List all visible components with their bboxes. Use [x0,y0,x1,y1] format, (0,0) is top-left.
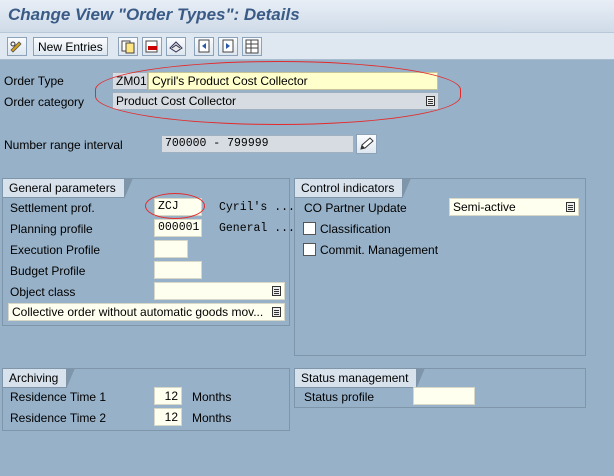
title-bar: Change View "Order Types": Details [0,0,614,32]
number-range-label: Number range interval [4,138,123,152]
budget-profile-field[interactable] [154,261,202,279]
copy-icon [121,40,135,54]
dropdown-list-icon[interactable] [272,286,281,296]
residence-time-2-label: Residence Time 2 [10,411,107,425]
dropdown-list-icon[interactable] [566,202,575,212]
status-profile-label: Status profile [304,390,375,404]
object-class-select[interactable] [154,282,285,300]
co-partner-update-label: CO Partner Update [304,201,407,215]
previous-entry-icon [198,39,210,53]
status-management-title: Status management [295,368,426,388]
commit-management-label: Commit. Management [320,243,439,257]
order-category-label: Order category [4,95,85,109]
planning-profile-label: Planning profile [10,222,93,236]
number-range-field[interactable]: 700000 - 799999 [161,135,354,153]
residence-time-1-label: Residence Time 1 [10,390,107,404]
execution-profile-field[interactable] [154,240,188,258]
previous-entry-button[interactable] [194,37,214,56]
table-view-icon [245,39,259,54]
control-indicators-title: Control indicators [295,178,412,198]
order-type-label: Order Type [4,74,64,88]
next-entry-button[interactable] [218,37,238,56]
co-partner-update-select[interactable]: Semi-active [449,198,579,216]
pencil-icon [360,137,374,150]
page-title: Change View "Order Types": Details [8,5,300,24]
general-parameters-title: General parameters [3,178,133,198]
residence-time-2-field[interactable]: 12 [154,408,182,426]
settlement-prof-label: Settlement prof. [10,201,95,215]
execution-profile-label: Execution Profile [10,243,101,257]
edit-number-range-button[interactable] [356,134,377,154]
undo-icon [169,41,183,53]
delete-icon [145,40,158,53]
undo-change-button[interactable] [166,37,186,56]
edit-toggle-button[interactable] [7,37,27,56]
classification-checkbox[interactable] [303,222,316,235]
red-annotation-ellipse-settlement [145,193,205,219]
delete-button[interactable] [142,37,162,56]
dropdown-list-icon[interactable] [272,307,281,317]
planning-profile-description: General ... [219,222,295,235]
residence-time-1-field[interactable]: 12 [154,387,182,405]
settlement-prof-description: Cyril's ... [219,201,295,214]
application-toolbar: New Entries [0,32,614,60]
collective-order-select[interactable]: Collective order without automatic goods… [8,303,285,321]
classification-label: Classification [320,222,391,236]
collective-order-value: Collective order without automatic goods… [12,305,264,319]
co-partner-update-value: Semi-active [453,200,516,214]
other-view-button[interactable] [242,37,262,56]
object-class-label: Object class [10,285,76,299]
commit-management-checkbox[interactable] [303,243,316,256]
copy-button[interactable] [118,37,138,56]
next-entry-icon [222,39,234,53]
residence-time-2-unit: Months [192,411,232,425]
red-annotation-ellipse-order-type [95,61,461,125]
status-profile-field[interactable] [413,387,475,405]
residence-time-1-unit: Months [192,390,232,404]
new-entries-button[interactable]: New Entries [33,37,108,56]
pencil-glasses-icon [10,41,22,53]
budget-profile-label: Budget Profile [10,264,86,278]
planning-profile-field[interactable]: 000001 [154,219,202,237]
archiving-title: Archiving [3,368,76,388]
